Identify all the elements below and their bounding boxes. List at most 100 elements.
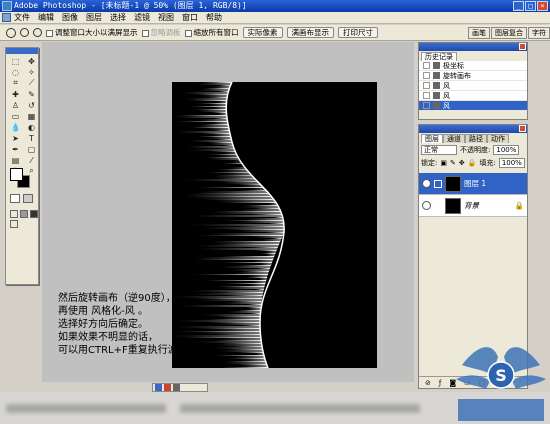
crop-tool-icon[interactable]: ⌗ xyxy=(8,78,23,88)
move-lock-icon[interactable]: ✥ xyxy=(459,159,465,167)
palette-tab-layer-comps[interactable]: 图层复合 xyxy=(491,27,527,39)
quick-mask-icon[interactable] xyxy=(23,194,33,203)
history-palette-header[interactable] xyxy=(419,43,527,51)
close-icon[interactable] xyxy=(519,43,526,50)
palette-tab-character[interactable]: 字符 xyxy=(528,27,550,39)
wind-streak xyxy=(191,193,273,194)
notes-tool-icon[interactable]: ▤ xyxy=(8,155,23,165)
tab-paths[interactable]: 路径 xyxy=(465,134,487,143)
lock-all-icon[interactable]: 🔒 xyxy=(468,159,477,167)
type-tool-icon[interactable]: T xyxy=(24,133,39,143)
tab-layers[interactable]: 图层 xyxy=(421,134,443,143)
zoom-in-icon[interactable] xyxy=(20,28,29,37)
pen-tool-icon[interactable]: ✒ xyxy=(8,144,23,154)
brush-tool-icon[interactable]: ✎ xyxy=(24,89,39,99)
toolbox: ⬚ ✥ ◌ ✧ ⌗ ⟋ ✚ ✎ ♙ ↺ ▭ ▦ 💧 ◐ ➤ T ✒ ▢ ▤ ⁄ … xyxy=(5,47,39,285)
layer-style-icon[interactable]: ƒ xyxy=(439,379,441,387)
close-icon[interactable] xyxy=(519,125,526,132)
eye-icon[interactable] xyxy=(422,179,431,188)
stamp-tool-icon[interactable]: ♙ xyxy=(8,100,23,110)
wind-streak xyxy=(188,140,232,142)
gradient-tool-icon[interactable]: ▦ xyxy=(24,111,39,121)
dodge-tool-icon[interactable]: ◐ xyxy=(24,122,39,132)
menu-view[interactable]: 视图 xyxy=(158,12,174,23)
snapshot-checkbox[interactable] xyxy=(423,102,430,109)
screen-mode-full-menu-icon[interactable] xyxy=(20,210,28,218)
history-item[interactable]: 风 xyxy=(419,81,527,91)
menu-file[interactable]: 文件 xyxy=(14,12,30,23)
history-item[interactable]: 风 xyxy=(419,91,527,101)
screen-mode-full-icon[interactable] xyxy=(30,210,38,218)
blend-mode-select[interactable]: 正常 xyxy=(421,145,457,155)
fill-field[interactable]: 100% xyxy=(498,158,525,168)
lock-icon[interactable]: ▣ xyxy=(440,159,447,167)
ignore-palettes-checkbox[interactable] xyxy=(141,29,149,37)
history-item[interactable]: 风 xyxy=(419,101,527,111)
window-title-bar[interactable]: Adobe Photoshop - [未标题-1 @ 50% (图层 1, RG… xyxy=(0,0,550,12)
wind-streak xyxy=(250,214,282,215)
snapshot-checkbox[interactable] xyxy=(423,92,430,99)
snapshot-checkbox[interactable] xyxy=(423,82,430,89)
wind-streak xyxy=(190,100,228,101)
wind-streak xyxy=(198,191,272,193)
slice-tool-icon[interactable]: ⟋ xyxy=(24,78,39,88)
jump-to-imageready-icon[interactable] xyxy=(10,220,18,228)
tab-actions[interactable]: 动作 xyxy=(487,134,509,143)
ignore-palettes-option[interactable]: 忽略调板 xyxy=(141,27,181,38)
eyedropper-tool-icon[interactable]: ⁄ xyxy=(24,155,39,165)
palette-tab-brush[interactable]: 画笔 xyxy=(468,27,490,39)
lasso-tool-icon[interactable]: ◌ xyxy=(8,67,23,77)
resize-windows-option[interactable]: 调整窗口大小以满屏显示 xyxy=(46,27,138,38)
layer-row[interactable]: 背景 🔒 xyxy=(419,195,527,217)
tab-channels[interactable]: 通道 xyxy=(443,134,465,143)
layer-row[interactable]: 图层 1 xyxy=(419,173,527,195)
screen-mode-standard-icon[interactable] xyxy=(10,210,18,218)
document-icon xyxy=(164,384,171,391)
menu-window[interactable]: 窗口 xyxy=(182,12,198,23)
menu-image[interactable]: 图像 xyxy=(62,12,78,23)
history-item[interactable]: 旋转画布 xyxy=(419,71,527,81)
move-tool-icon[interactable]: ✥ xyxy=(24,56,39,66)
minimize-button[interactable]: _ xyxy=(513,1,524,11)
zoom-icon[interactable] xyxy=(6,27,16,38)
path-select-icon[interactable]: ➤ xyxy=(8,133,23,143)
healing-tool-icon[interactable]: ✚ xyxy=(8,89,23,99)
opacity-field[interactable]: 100% xyxy=(493,145,520,155)
foreground-color-swatch[interactable] xyxy=(10,168,23,181)
layers-palette-header[interactable] xyxy=(419,125,527,133)
menu-layer[interactable]: 图层 xyxy=(86,12,102,23)
history-item[interactable]: 极坐标 xyxy=(419,61,527,71)
standard-mode-icon[interactable] xyxy=(10,194,20,203)
menu-select[interactable]: 选择 xyxy=(110,12,126,23)
document-canvas[interactable] xyxy=(172,82,377,368)
eye-icon[interactable] xyxy=(422,201,431,210)
wind-streak xyxy=(211,86,231,88)
print-size-button[interactable]: 打印尺寸 xyxy=(338,27,378,38)
zoom-out-icon[interactable] xyxy=(33,28,42,37)
menu-help[interactable]: 帮助 xyxy=(206,12,222,23)
menu-edit[interactable]: 编辑 xyxy=(38,12,54,23)
wind-streak xyxy=(196,328,262,329)
history-brush-icon[interactable]: ↺ xyxy=(24,100,39,110)
blurred-text xyxy=(6,404,166,413)
link-icon[interactable]: ⊘ xyxy=(425,379,431,387)
eraser-tool-icon[interactable]: ▭ xyxy=(8,111,23,121)
shape-tool-icon[interactable]: ▢ xyxy=(24,144,39,154)
menu-filter[interactable]: 滤镜 xyxy=(134,12,150,23)
fit-screen-button[interactable]: 满画布显示 xyxy=(286,27,334,38)
maximize-button[interactable]: □ xyxy=(525,1,536,11)
minimized-window[interactable] xyxy=(152,383,208,392)
snapshot-checkbox[interactable] xyxy=(423,62,430,69)
snapshot-checkbox[interactable] xyxy=(423,72,430,79)
marquee-tool-icon[interactable]: ⬚ xyxy=(8,56,23,66)
blur-tool-icon[interactable]: 💧 xyxy=(8,122,23,132)
brush-icon[interactable]: ✎ xyxy=(450,159,456,167)
zoom-all-option[interactable]: 缩放所有窗口 xyxy=(184,27,239,38)
close-button[interactable]: × xyxy=(537,1,548,11)
resize-windows-checkbox[interactable] xyxy=(46,29,53,37)
actual-pixels-button[interactable]: 实际像素 xyxy=(242,27,283,38)
zoom-all-checkbox[interactable] xyxy=(184,29,192,37)
wind-streak xyxy=(204,199,276,200)
magic-wand-tool-icon[interactable]: ✧ xyxy=(24,67,39,77)
wind-streak xyxy=(237,352,266,353)
